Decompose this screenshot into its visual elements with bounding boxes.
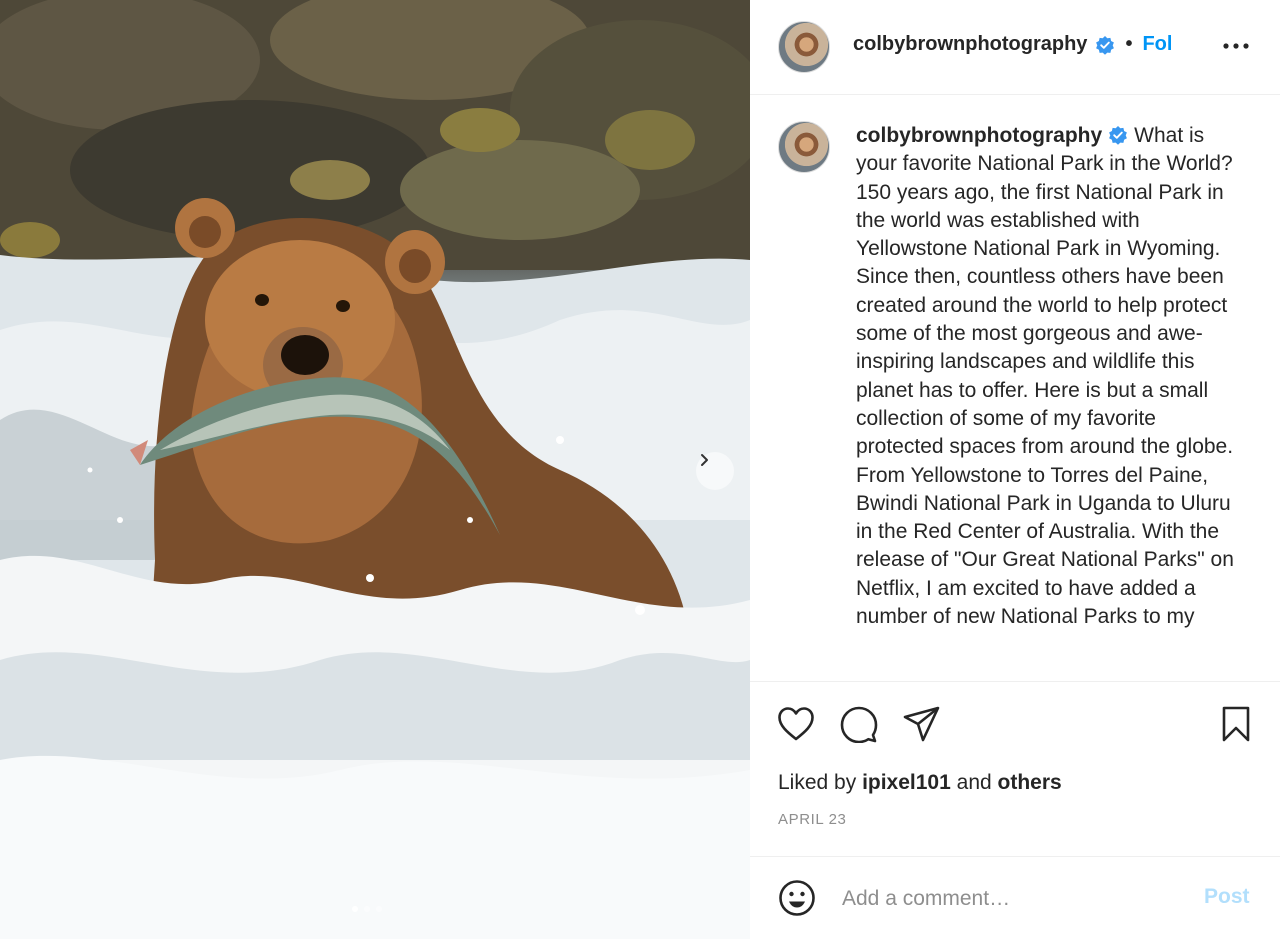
bear-with-salmon-image [0,0,750,939]
liked-by-others-link[interactable]: others [998,771,1062,794]
save-button[interactable] [1216,704,1256,744]
post-actions: Liked by ipixel101 and others APRIL 23 [750,681,1280,856]
like-button[interactable] [776,704,816,744]
emoji-icon[interactable] [778,879,816,917]
caption-author-username[interactable]: colbybrownphotography [856,124,1102,147]
likes-summary: Liked by ipixel101 and others [778,771,1062,795]
post-header: colbybrownphotography • Fol [750,0,1280,95]
add-comment-bar: Post [750,856,1280,940]
verified-badge-icon [1096,35,1115,55]
post-comment-button[interactable]: Post [1204,885,1250,909]
share-button[interactable] [902,704,942,744]
caption-author-avatar[interactable] [778,121,830,173]
carousel-indicator [352,906,382,912]
likes-prefix: Liked by [778,771,857,794]
caption-text: What is your favorite National Park in t… [856,124,1234,629]
heart-icon [778,707,814,741]
follow-button[interactable]: Fol [1142,33,1176,56]
caption-text-block: colbybrownphotography What is your favor… [856,122,1236,631]
carousel-dot [376,906,382,912]
chevron-right-icon [701,454,708,466]
post-date: APRIL 23 [778,811,847,828]
post-photo[interactable] [0,0,750,939]
author-row: colbybrownphotography • Fol [853,33,1176,56]
comment-input[interactable] [840,881,1184,917]
author-username[interactable]: colbybrownphotography [853,33,1087,56]
bookmark-icon [1222,706,1250,742]
post-caption-area: colbybrownphotography What is your favor… [750,95,1280,681]
author-avatar[interactable] [778,21,830,73]
carousel-dot [364,906,370,912]
share-icon [903,706,940,742]
carousel-dot [352,906,358,912]
separator-dot: • [1125,33,1133,55]
more-options-icon [1223,43,1249,49]
verified-badge-icon [1109,126,1128,145]
comment-button[interactable] [839,704,879,744]
comment-icon [840,706,878,743]
liked-by-username[interactable]: ipixel101 [862,771,951,794]
more-options-button[interactable] [1220,30,1252,62]
carousel-next-button[interactable] [696,452,734,490]
post-details-panel: colbybrownphotography • Fol colbybrownph… [750,0,1280,939]
likes-and: and [956,771,992,794]
